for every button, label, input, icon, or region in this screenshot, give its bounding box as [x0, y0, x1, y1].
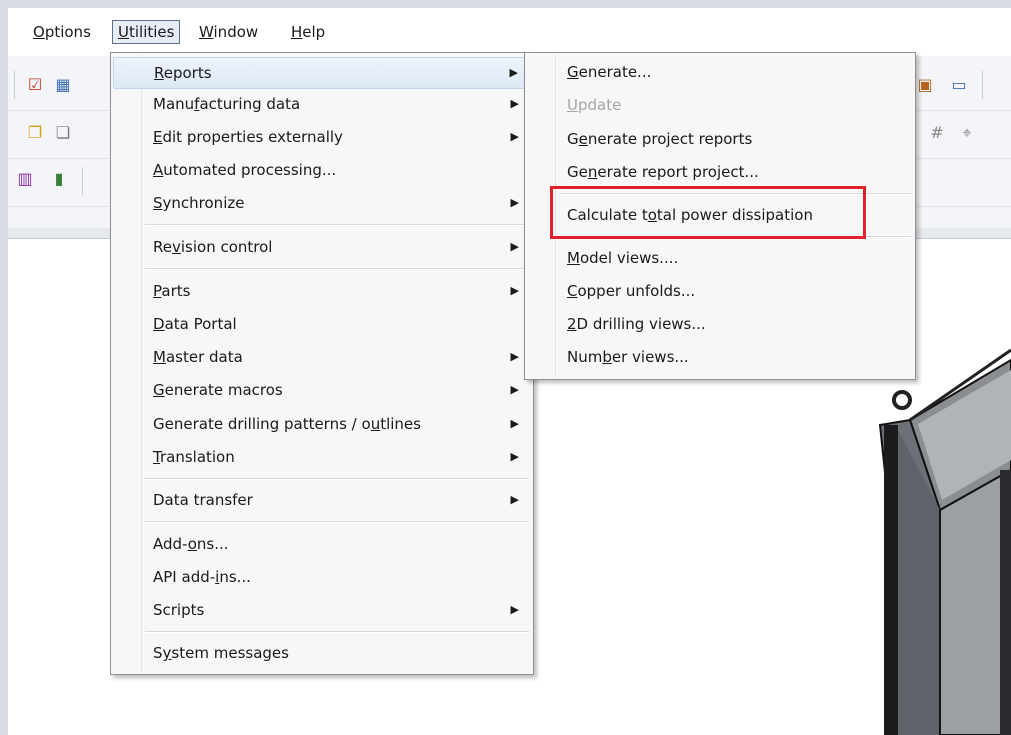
menu-item-edit-properties-externally[interactable]: Edit properties externally ▶ [113, 122, 531, 152]
menu-item-generate-report-project[interactable]: Generate report project... [527, 157, 913, 187]
toolbar-separator [82, 167, 83, 195]
menu-item-api-add-ins[interactable]: API add-ins... [113, 562, 531, 592]
menu-separator [145, 224, 529, 226]
menu-item-model-views[interactable]: Model views.... [527, 243, 913, 273]
menu-item-manufacturing-data[interactable]: Manufacturing data ▶ [113, 89, 531, 119]
submenu-arrow-icon: ▶ [510, 603, 519, 616]
window-left-border [0, 0, 8, 735]
toolbar-icon-right-b[interactable]: ▭ [948, 74, 970, 96]
cabinet-icon[interactable]: ▮ [48, 168, 70, 190]
cabinet-3d-view[interactable] [870, 320, 1011, 735]
submenu-arrow-icon: ▶ [510, 350, 519, 363]
menu-item-data-portal[interactable]: Data Portal [113, 309, 531, 339]
toolbar-separator [14, 71, 15, 99]
menu-item-copper-unfolds[interactable]: Copper unfolds... [527, 276, 913, 306]
menu-separator [145, 521, 529, 523]
crosshair-icon[interactable]: ⌖ [956, 122, 978, 144]
menu-item-add-ons[interactable]: Add-ons... [113, 529, 531, 559]
utilities-menu: Reports ▶ Manufacturing data ▶ Edit proper… [110, 52, 534, 675]
toolbar-icon-right-a[interactable]: ▣ [914, 74, 936, 96]
new-page-icon[interactable]: ☑ [24, 74, 46, 96]
highlight-box [550, 186, 866, 239]
grid-icon[interactable]: # [926, 122, 948, 144]
menu-options[interactable]: Options [28, 20, 96, 44]
menu-separator [145, 268, 529, 270]
menu-separator [145, 631, 529, 633]
submenu-arrow-icon: ▶ [510, 97, 519, 110]
submenu-arrow-icon: ▶ [510, 196, 519, 209]
new-item-icon[interactable]: ❐ [24, 122, 46, 144]
properties-icon[interactable]: ❏ [52, 122, 74, 144]
menu-utilities[interactable]: Utilities [112, 20, 181, 44]
menu-item-generate-drilling-patterns[interactable]: Generate drilling patterns / outlines ▶ [113, 409, 531, 439]
menu-item-2d-drilling-views[interactable]: 2D drilling views... [527, 309, 913, 339]
menu-item-data-transfer[interactable]: Data transfer ▶ [113, 485, 531, 515]
table-icon[interactable]: ▦ [52, 74, 74, 96]
submenu-arrow-icon: ▶ [510, 383, 519, 396]
menu-window[interactable]: Window [194, 20, 263, 44]
application-window: Options Utilities Window Help ☑ ▦ ▣ ▭ ❐ … [0, 0, 1011, 735]
window-top-border [0, 0, 1011, 8]
submenu-arrow-icon: ▶ [510, 493, 519, 506]
menu-item-generate[interactable]: Generate... [527, 57, 913, 87]
submenu-arrow-icon: ▶ [510, 130, 519, 143]
submenu-arrow-icon: ▶ [510, 450, 519, 463]
submenu-arrow-icon: ▶ [509, 66, 518, 79]
menu-item-system-messages[interactable]: System messages [113, 638, 531, 668]
toolbar-separator [982, 71, 983, 99]
menu-item-synchronize[interactable]: Synchronize ▶ [113, 188, 531, 218]
menu-bar: Options Utilities Window Help [8, 8, 1011, 56]
menu-item-number-views[interactable]: Number views... [527, 342, 913, 372]
menu-item-parts[interactable]: Parts ▶ [113, 276, 531, 306]
menu-item-master-data[interactable]: Master data ▶ [113, 342, 531, 372]
menu-separator [145, 478, 529, 480]
menu-item-revision-control[interactable]: Revision control ▶ [113, 232, 531, 262]
submenu-arrow-icon: ▶ [510, 240, 519, 253]
menu-item-update: Update [567, 96, 622, 114]
menu-help[interactable]: Help [286, 20, 330, 44]
menu-item-reports[interactable]: Reports ▶ [113, 57, 531, 89]
menu-item-generate-project-reports[interactable]: Generate project reports [527, 124, 913, 154]
menu-item-generate-macros[interactable]: Generate macros ▶ [113, 375, 531, 405]
panel-icon[interactable]: ▥ [14, 168, 36, 190]
menu-item-translation[interactable]: Translation ▶ [113, 442, 531, 472]
submenu-arrow-icon: ▶ [510, 417, 519, 430]
menu-item-automated-processing[interactable]: Automated processing... [113, 155, 531, 185]
submenu-arrow-icon: ▶ [510, 284, 519, 297]
menu-item-scripts[interactable]: Scripts ▶ [113, 595, 531, 625]
